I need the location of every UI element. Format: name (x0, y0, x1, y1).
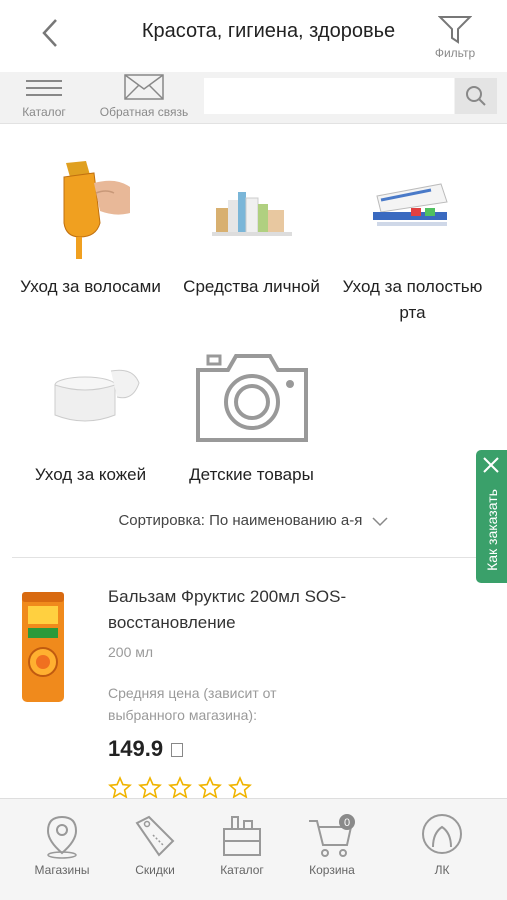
tab-account-label: ЛК (434, 863, 450, 877)
category-hair-care-label: Уход за волосами (20, 277, 161, 296)
currency-glyph-icon (171, 743, 184, 758)
hamburger-icon (26, 80, 62, 96)
product-price-value: 149.9 (108, 736, 164, 761)
product-name: Бальзам Фруктис 200мл SOS-восстановление (108, 587, 347, 632)
hair-care-image (31, 148, 151, 268)
rating-star-icon[interactable] (108, 776, 132, 800)
rating-star-icon[interactable] (198, 776, 222, 800)
cart-icon: 0 (309, 814, 355, 857)
filter-label: Фильтр (434, 46, 476, 60)
product-image (20, 592, 66, 702)
product-volume: 200 мл (108, 644, 154, 660)
how-to-order-label: Как заказать (483, 489, 500, 571)
envelope-icon (124, 74, 164, 100)
tab-discounts[interactable]: Скидки (115, 813, 195, 877)
tab-cart-label: Корзина (309, 863, 355, 877)
rating-star-icon[interactable] (138, 776, 162, 800)
map-pin-icon (46, 815, 78, 859)
personal-care-image (192, 148, 312, 268)
filter-icon (438, 16, 472, 44)
sort-dropdown[interactable]: Сортировка: По наименованию а-я (0, 512, 507, 542)
tab-catalog-label: Каталог (220, 863, 264, 877)
catalog-menu-button[interactable]: Каталог (14, 76, 74, 120)
product-price-note: Средняя цена (зависит от выбранного мага… (108, 685, 277, 723)
back-button[interactable] (36, 16, 66, 50)
product-card[interactable]: Бальзам Фруктис 200мл SOS-восстановление… (0, 570, 477, 800)
tab-cart[interactable]: 0 Корзина (292, 813, 372, 877)
feedback-button[interactable]: Обратная связь (96, 74, 192, 120)
price-tag-icon (135, 815, 175, 857)
catalog-icon (223, 816, 261, 856)
category-personal-care-label: Средства личной (183, 277, 320, 296)
oral-care-image (353, 148, 473, 268)
user-account-icon (422, 814, 462, 854)
how-to-order-tab[interactable]: Как заказать (476, 450, 507, 583)
page-title: Красота, гигиена, здоровье (141, 20, 396, 42)
category-oral-care[interactable]: Уход за полостью рта (328, 148, 497, 326)
category-kids-goods[interactable]: Детские товары (167, 336, 336, 488)
top-bar: Красота, гигиена, здоровье Фильтр (0, 0, 507, 72)
category-personal-care[interactable]: Средства личной (167, 148, 336, 300)
category-grid: Уход за волосами Средства личной Уход за… (0, 126, 507, 516)
search-toolbar: Каталог Обратная связь (0, 72, 507, 124)
close-icon[interactable] (482, 456, 500, 474)
tab-catalog[interactable]: Каталог (202, 813, 282, 877)
divider (12, 557, 478, 558)
chevron-down-icon (372, 517, 388, 527)
tab-stores-label: Магазины (34, 863, 90, 877)
category-skin-care[interactable]: Уход за кожей (6, 336, 175, 488)
sort-label: Сортировка: (118, 512, 205, 529)
search-input[interactable] (204, 78, 454, 114)
category-skin-care-label: Уход за кожей (34, 465, 147, 484)
tab-account[interactable]: ЛК (402, 813, 482, 877)
search-icon (466, 86, 486, 106)
camera-placeholder-icon (192, 336, 312, 456)
skin-care-image (31, 336, 151, 456)
tab-discounts-label: Скидки (135, 863, 175, 877)
category-kids-goods-label: Детские товары (189, 465, 314, 484)
rating-star-icon[interactable] (228, 776, 252, 800)
catalog-menu-label: Каталог (22, 105, 66, 119)
back-arrow-icon (42, 19, 57, 47)
rating-star-icon[interactable] (168, 776, 192, 800)
bottom-navigation: Магазины Скидки Каталог 0 Корзина ЛК (0, 798, 507, 900)
product-price: 149.9 (108, 736, 184, 762)
sort-value: По наименованию а-я (209, 512, 363, 529)
category-oral-care-label: Уход за полостью рта (342, 277, 483, 322)
cart-count: 0 (344, 817, 350, 829)
search-button[interactable] (455, 78, 497, 114)
feedback-label: Обратная связь (99, 105, 189, 119)
category-hair-care[interactable]: Уход за волосами (6, 148, 175, 300)
filter-button[interactable]: Фильтр (424, 14, 486, 72)
tab-stores[interactable]: Магазины (22, 813, 102, 877)
